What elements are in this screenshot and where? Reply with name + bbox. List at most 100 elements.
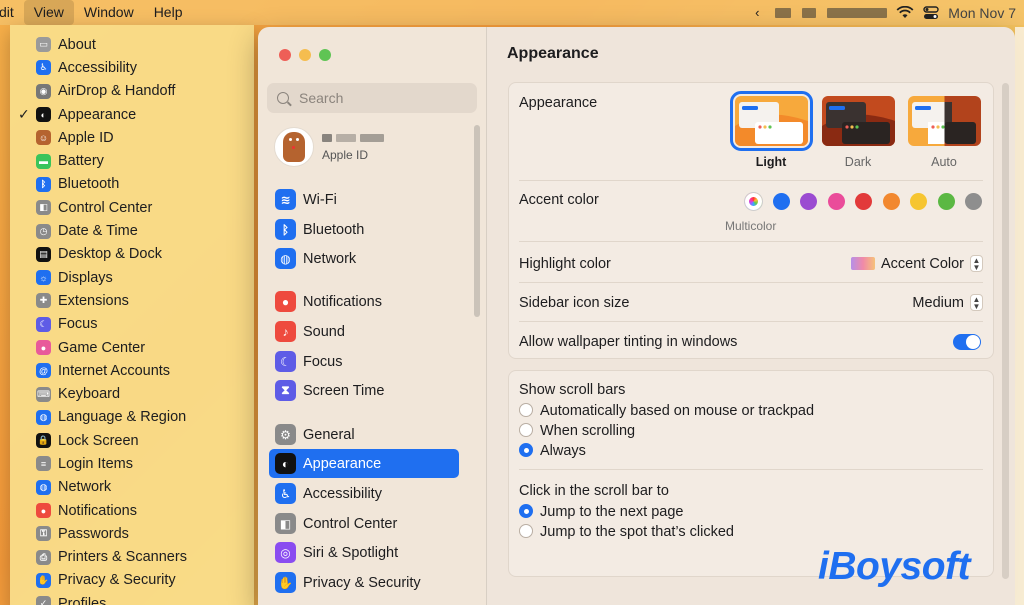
sidebar-item-label: Siri & Spotlight [303, 544, 399, 561]
view-menu-item[interactable]: ✋ Privacy & Security [10, 569, 254, 592]
view-menu-item[interactable]: ☼ Displays [10, 266, 254, 289]
view-menu-item-label: Lock Screen [58, 432, 139, 449]
radio-spot-clicked-label: Jump to the spot that’s clicked [540, 524, 734, 540]
menu-window[interactable]: Window [74, 0, 144, 25]
sidebar-scrollbar[interactable] [474, 125, 480, 317]
scroll-option-automatic[interactable]: Automatically based on mouse or trackpad [519, 403, 983, 421]
menu-edit[interactable]: dit [0, 0, 24, 25]
accent-swatch[interactable] [800, 193, 817, 210]
wifi-icon[interactable] [892, 0, 918, 25]
sidebar-item-notifications[interactable]: ● Notifications [269, 287, 459, 316]
network-icon: ◍ [36, 479, 51, 495]
view-menu-item[interactable]: ♿ Accessibility [10, 56, 254, 79]
airdrop-icon: ◉ [36, 83, 51, 99]
sound-icon: ♪ [275, 321, 296, 342]
view-menu-item[interactable]: ⌨ Keyboard [10, 382, 254, 405]
radio-next-page[interactable] [519, 504, 533, 518]
scroll-option-when-scrolling[interactable]: When scrolling [519, 423, 983, 441]
radio-spot-clicked[interactable] [519, 524, 533, 538]
view-menu-dropdown: ▭ About ♿ Accessibility ◉ AirDrop & Handoff ✓ ◐… [10, 25, 254, 605]
view-menu-item[interactable]: ⚿ Passwords [10, 522, 254, 545]
control-center-icon[interactable] [918, 0, 944, 25]
sidebar-item-sound[interactable]: ♪ Sound [269, 317, 459, 346]
close-button[interactable] [279, 49, 291, 61]
view-menu-item[interactable]: ● Notifications [10, 499, 254, 522]
appearance-dark-option[interactable] [822, 96, 895, 146]
sidebar-item-appearance[interactable]: ◐ Appearance [269, 449, 459, 478]
view-menu-item[interactable]: ▬ Battery [10, 149, 254, 172]
sidebar-item-general[interactable]: ⚙ General [269, 420, 459, 449]
radio-when-scrolling[interactable] [519, 423, 533, 437]
sidebar-item-label: Screen Time [303, 382, 385, 399]
radio-next-page-label: Jump to the next page [540, 504, 684, 520]
view-menu-item-label: Focus [58, 316, 98, 333]
siri-spotlight-icon: ◎ [275, 542, 296, 563]
scroll-option-always[interactable]: Always [519, 443, 983, 461]
view-menu-item[interactable]: ▤ Desktop & Dock [10, 243, 254, 266]
view-menu-item[interactable]: ◉ AirDrop & Handoff [10, 80, 254, 103]
menu-help[interactable]: Help [144, 0, 193, 25]
wallpaper-tinting-toggle[interactable] [953, 334, 981, 350]
accent-swatch[interactable] [910, 193, 927, 210]
view-menu-item[interactable]: ◷ Date & Time [10, 219, 254, 242]
sidebar-item-network[interactable]: ◍ Network [269, 244, 459, 273]
radio-when-scrolling-label: When scrolling [540, 423, 636, 439]
accent-swatch-multicolor[interactable] [745, 193, 762, 210]
window-controls [279, 49, 331, 61]
accent-swatch[interactable] [965, 193, 982, 210]
sidebar-item-privacy-security[interactable]: ✋ Privacy & Security [269, 568, 459, 597]
view-menu-item[interactable]: ● Game Center [10, 336, 254, 359]
sidebar-item-focus[interactable]: ☾ Focus [269, 347, 459, 376]
highlight-color-popup[interactable]: Accent Color ▲ ▼ [850, 255, 983, 272]
search-field[interactable]: Search [267, 83, 477, 113]
view-menu-item[interactable]: ᛒ Bluetooth [10, 173, 254, 196]
accent-swatch[interactable] [772, 193, 790, 210]
accent-swatch[interactable] [882, 193, 900, 210]
view-menu-item[interactable]: 🔒 Lock Screen [10, 429, 254, 452]
accent-color-caption: Multicolor [725, 219, 777, 233]
appearance-auto-option[interactable] [908, 96, 981, 146]
sidebar-item-siri-spotlight[interactable]: ◎ Siri & Spotlight [269, 538, 459, 567]
accent-swatch[interactable] [827, 193, 845, 210]
click-option-next-page[interactable]: Jump to the next page [519, 504, 983, 522]
appearance-settings-group: Appearance Light Dark Auto Accent color … [508, 82, 994, 359]
view-menu-item[interactable]: ☾ Focus [10, 313, 254, 336]
minimize-button[interactable] [299, 49, 311, 61]
tray-app-icon[interactable] [796, 0, 822, 25]
sidebar-icon-size-popup[interactable]: Medium ▲ ▼ [912, 294, 983, 311]
menubar-clock[interactable]: Mon Nov 7 [944, 5, 1024, 21]
tray-app-icon[interactable] [770, 0, 796, 25]
menu-view[interactable]: View [23, 0, 74, 25]
view-menu-item[interactable]: ≡ Login Items [10, 452, 254, 475]
sidebar-item-control-center[interactable]: ◧ Control Center [269, 509, 459, 538]
view-menu-item[interactable]: @ Internet Accounts [10, 359, 254, 382]
accent-swatch[interactable] [855, 193, 872, 210]
apple-id-entry[interactable]: Apple ID [274, 127, 384, 167]
chevron-updown-icon: ▲ ▼ [970, 294, 983, 311]
sidebar-item-bluetooth[interactable]: ᛒ Bluetooth [269, 215, 459, 244]
accent-color-swatches [745, 193, 985, 213]
view-menu-item[interactable]: ◍ Language & Region [10, 406, 254, 429]
view-menu-item[interactable]: ◧ Control Center [10, 196, 254, 219]
chevron-left-icon[interactable]: ‹ [744, 0, 770, 25]
radio-always[interactable] [519, 443, 533, 457]
sidebar-item-screen-time[interactable]: ⧗ Screen Time [269, 376, 459, 405]
focus-icon: ☾ [275, 351, 296, 372]
radio-automatic[interactable] [519, 403, 533, 417]
view-menu-item[interactable]: ▭ About [10, 33, 254, 56]
view-menu-item[interactable]: ✚ Extensions [10, 289, 254, 312]
view-menu-item[interactable]: ✓ Profiles [10, 592, 254, 605]
content-scrollbar[interactable] [1002, 83, 1009, 579]
view-menu-item[interactable]: ⎙ Printers & Scanners [10, 546, 254, 569]
click-option-spot-clicked[interactable]: Jump to the spot that’s clicked [519, 524, 983, 542]
screen-time-icon: ⧗ [275, 380, 296, 401]
view-menu-item[interactable]: ◍ Network [10, 476, 254, 499]
view-menu-item[interactable]: ☺ Apple ID [10, 126, 254, 149]
appearance-light-option[interactable] [730, 91, 813, 151]
zoom-button[interactable] [319, 49, 331, 61]
sidebar-item-accessibility[interactable]: ♿ Accessibility [269, 479, 459, 508]
view-menu-item[interactable]: ✓ ◐ Appearance [10, 103, 254, 126]
sidebar-item-wi-fi[interactable]: ≋ Wi-Fi [269, 185, 459, 214]
accent-swatch[interactable] [937, 193, 955, 210]
tray-blurred-icons[interactable] [822, 0, 892, 25]
